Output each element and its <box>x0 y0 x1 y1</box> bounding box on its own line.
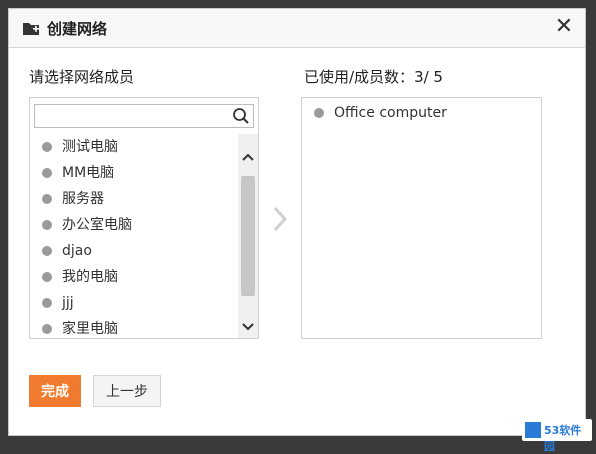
search-icon[interactable] <box>232 107 250 125</box>
member-list-scrollbar[interactable] <box>238 134 258 338</box>
list-item[interactable]: MM电脑 <box>30 160 240 186</box>
done-button[interactable]: 完成 <box>29 375 81 407</box>
member-name: MM电脑 <box>62 165 115 181</box>
status-dot <box>42 220 52 230</box>
list-item[interactable]: 家里电脑 <box>30 316 240 338</box>
status-dot <box>42 298 52 308</box>
available-members-panel: 测试电脑 MM电脑 服务器 办公室电脑 djao 我的电脑 jjj 家里电脑 <box>29 97 259 339</box>
list-item[interactable]: 测试电脑 <box>30 134 240 160</box>
select-members-label: 请选择网络成员 <box>29 68 135 86</box>
member-count-prefix: 已使用/成员数： <box>304 68 415 86</box>
status-dot <box>42 324 52 334</box>
status-dot <box>314 108 324 118</box>
close-button[interactable]: ✕ <box>553 15 575 39</box>
status-dot <box>42 142 52 152</box>
list-item[interactable]: 办公室电脑 <box>30 212 240 238</box>
member-name: jjj <box>62 295 74 311</box>
member-name: 家里电脑 <box>62 321 118 337</box>
selected-member-list: Office computer <box>302 100 541 338</box>
status-dot <box>42 168 52 178</box>
site-logo-icon <box>525 422 541 438</box>
chevron-up-icon[interactable] <box>238 146 258 168</box>
member-count-value: 3/ 5 <box>414 68 443 86</box>
member-name: 测试电脑 <box>62 139 118 155</box>
status-dot <box>42 272 52 282</box>
create-network-dialog: 创建网络 ✕ 请选择网络成员 已使用/成员数：3/ 5 测试电脑 MM电脑 服务… <box>8 8 586 436</box>
member-name: 办公室电脑 <box>62 217 132 233</box>
member-name: djao <box>62 243 92 259</box>
available-member-list: 测试电脑 MM电脑 服务器 办公室电脑 djao 我的电脑 jjj 家里电脑 <box>30 134 240 338</box>
dialog-title: 创建网络 <box>47 20 108 38</box>
list-item[interactable]: Office computer <box>302 100 541 126</box>
list-item[interactable]: jjj <box>30 290 240 316</box>
watermark-text: 53软件园 <box>544 424 582 453</box>
previous-step-button[interactable]: 上一步 <box>93 375 161 407</box>
chevron-down-icon[interactable] <box>238 316 258 338</box>
status-dot <box>42 194 52 204</box>
dialog-titlebar: 创建网络 ✕ <box>9 9 585 48</box>
selected-members-panel: Office computer <box>301 97 542 339</box>
list-item[interactable]: 服务器 <box>30 186 240 212</box>
scroll-thumb[interactable] <box>241 176 255 296</box>
member-count-label: 已使用/成员数：3/ 5 <box>304 66 443 87</box>
member-search-input[interactable] <box>35 105 233 127</box>
watermark-logo: 53软件园 <box>522 419 592 453</box>
member-name: 服务器 <box>62 191 104 207</box>
list-item[interactable]: djao <box>30 238 240 264</box>
list-item[interactable]: 我的电脑 <box>30 264 240 290</box>
member-name: 我的电脑 <box>62 269 118 285</box>
status-dot <box>42 246 52 256</box>
member-name: Office computer <box>334 105 447 121</box>
chevron-right-icon[interactable] <box>271 204 289 234</box>
folder-add-icon <box>23 23 39 35</box>
search-box <box>34 104 254 128</box>
